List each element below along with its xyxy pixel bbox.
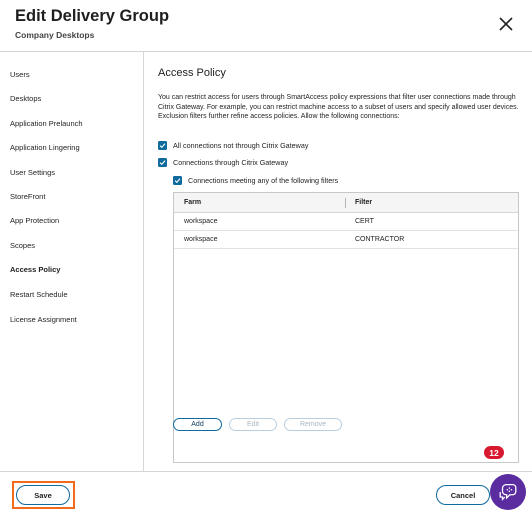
dialog-subtitle: Company Desktops [15,30,95,40]
checkbox-meeting-filters[interactable] [173,176,182,185]
close-icon[interactable] [497,15,515,33]
sidebar-item-storefront[interactable]: StoreFront [10,192,45,201]
assistant-button[interactable] [490,474,526,510]
remove-button[interactable]: Remove [284,418,342,431]
sidebar-item-scopes[interactable]: Scopes [10,241,35,250]
checkbox-not-through-gateway[interactable] [158,141,167,150]
sidebar-item-license-assignment[interactable]: License Assignment [10,315,77,324]
checkbox-label-not-through-gateway: All connections not through Citrix Gatew… [173,141,309,150]
checkbox-row-meeting-filters: Connections meeting any of the following… [173,176,338,185]
filters-table: Farm Filter workspace CERT workspace CON… [173,192,519,463]
dialog-footer: Save Cancel [0,471,532,512]
sidebar-item-users[interactable]: Users [10,70,30,79]
cell-filter: CONTRACTOR [355,236,405,243]
sidebar-item-restart-schedule[interactable]: Restart Schedule [10,290,68,299]
cell-filter: CERT [355,218,374,225]
sidebar-item-app-protection[interactable]: App Protection [10,216,59,225]
sidebar-item-access-policy[interactable]: Access Policy [10,265,60,274]
checkbox-row-through-gateway: Connections through Citrix Gateway [158,158,288,167]
sidebar-nav: Users Desktops Application Prelaunch App… [0,52,144,471]
checkbox-row-not-through-gateway: All connections not through Citrix Gatew… [158,141,308,150]
column-header-farm[interactable]: Farm [184,199,201,206]
checkmark-icon [159,160,166,166]
sidebar-item-desktops[interactable]: Desktops [10,94,41,103]
cell-farm: workspace [184,218,218,225]
table-header: Farm Filter [174,193,518,213]
checkbox-through-gateway[interactable] [158,158,167,167]
sidebar-item-application-lingering[interactable]: Application Lingering [10,143,80,152]
sidebar-item-application-prelaunch[interactable]: Application Prelaunch [10,119,83,128]
notification-badge: 12 [482,444,506,461]
column-divider[interactable] [345,198,346,208]
cancel-button[interactable]: Cancel [436,485,490,505]
cell-farm: workspace [184,236,218,243]
section-title: Access Policy [158,67,226,79]
checkbox-label-meeting-filters: Connections meeting any of the following… [188,176,339,185]
column-header-filter[interactable]: Filter [355,199,372,206]
section-description: You can restrict access for users throug… [158,94,519,121]
edit-button[interactable]: Edit [229,418,277,431]
dialog-header: Edit Delivery Group Company Desktops [0,0,532,52]
table-row[interactable]: workspace CONTRACTOR [174,231,518,249]
table-row[interactable]: workspace CERT [174,213,518,231]
main-panel: Access Policy You can restrict access fo… [145,52,532,471]
checkmark-icon [159,143,166,149]
add-button[interactable]: Add [173,418,222,431]
sidebar-item-user-settings[interactable]: User Settings [10,168,55,177]
save-button[interactable]: Save [16,485,70,505]
dialog-title: Edit Delivery Group [15,7,170,25]
assistant-icon [499,484,517,501]
checkbox-label-through-gateway: Connections through Citrix Gateway [173,158,289,167]
checkmark-icon [174,178,181,184]
